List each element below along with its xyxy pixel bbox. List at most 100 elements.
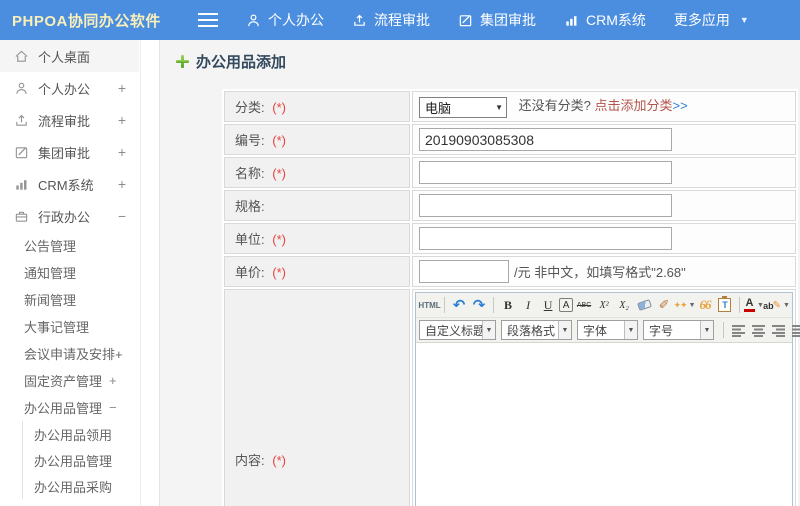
- flow-icon: [13, 113, 29, 128]
- field-label: 编号:: [235, 133, 265, 148]
- price-format-hint: /元 非中文，如填写格式"2.68": [514, 264, 686, 280]
- align-justify-icon[interactable]: [789, 321, 800, 340]
- nav-label: 个人办公: [268, 12, 324, 28]
- bold-button[interactable]: B: [499, 296, 517, 315]
- sidebar-item-office-supplies-mgmt[interactable]: 办公用品管理 −: [0, 394, 159, 421]
- category-select[interactable]: 电脑 ▼: [419, 96, 507, 118]
- add-category-link[interactable]: 点击添加分类: [594, 98, 672, 113]
- blockquote-button[interactable]: 66: [696, 296, 714, 315]
- redo-icon[interactable]: ↷: [470, 296, 488, 315]
- spec-input[interactable]: [419, 194, 672, 217]
- sidebar-item-supplies-purchase[interactable]: 办公用品采购: [23, 473, 159, 499]
- sidebar-item-announcement-mgmt[interactable]: 公告管理: [0, 232, 159, 259]
- italic-button[interactable]: I: [519, 296, 537, 315]
- paragraph-format-select[interactable]: 段落格式 ▼: [501, 320, 572, 340]
- sidebar-item-fixed-assets-mgmt[interactable]: 固定资产管理 +: [0, 367, 159, 394]
- page-title-text: 办公用品添加: [196, 54, 287, 71]
- main-content: 办公用品添加 分类: (*) 电脑 ▼ 还没有分类? 点击添加分类>> 编号: …: [161, 40, 800, 506]
- briefcase-icon: [13, 209, 29, 224]
- sidebar-item-label: 流程审批: [38, 113, 91, 129]
- nav-more-apps[interactable]: 更多应用 ▼: [674, 10, 749, 30]
- expand-plus-icon: +: [117, 176, 126, 192]
- font-box-button[interactable]: A: [559, 298, 574, 312]
- category-selected-value: 电脑: [425, 100, 452, 116]
- nav-crm-system[interactable]: CRM系统: [564, 10, 646, 30]
- toolbar-separator: [493, 297, 495, 313]
- align-right-icon[interactable]: [769, 321, 787, 340]
- sidebar-item-crm-system[interactable]: CRM系统 +: [0, 168, 159, 200]
- sidebar-item-group-approval[interactable]: 集团审批 +: [0, 136, 159, 168]
- chart-icon: [564, 13, 579, 28]
- quick-format-icon[interactable]: ✦✦ ▼: [674, 296, 696, 315]
- sidebar-item-supplies-manage[interactable]: 办公用品管理: [23, 447, 159, 473]
- name-input[interactable]: [419, 161, 672, 184]
- caret-down-icon: ▼: [739, 15, 749, 25]
- paste-as-text-icon[interactable]: T: [716, 296, 734, 315]
- form-row-category: 分类: (*) 电脑 ▼ 还没有分类? 点击添加分类>>: [224, 91, 796, 122]
- sidebar-item-label: 办公用品采购: [34, 479, 113, 495]
- toolbar-separator: [444, 297, 446, 313]
- chart-icon: [13, 177, 29, 192]
- home-icon: [13, 49, 29, 64]
- strikethrough-button[interactable]: ABC: [575, 296, 593, 315]
- name-label-cell: 名称: (*): [224, 157, 410, 188]
- spec-label-cell: 规格:: [224, 190, 410, 221]
- form-row-price: 单价: (*) /元 非中文，如填写格式"2.68": [224, 256, 796, 287]
- nav-group-approval[interactable]: 集团审批: [458, 10, 536, 30]
- field-label: 规格:: [235, 199, 265, 214]
- form-row-unit: 单位: (*): [224, 223, 796, 254]
- editor-toolbar-row1: HTML ↶ ↷ B I U A ABC X² X₂ ✐ ✦✦ ▼ 66 T A…: [416, 293, 792, 318]
- add-category-link-arrows[interactable]: >>: [673, 98, 688, 113]
- sidebar-item-label: CRM系统: [38, 177, 94, 193]
- source-html-button[interactable]: HTML: [418, 296, 440, 315]
- sidebar-item-label: 公告管理: [24, 239, 77, 254]
- add-plus-icon: [176, 55, 189, 68]
- top-nav: 个人办公 流程审批 集团审批 CRM系统 更多应用 ▼: [246, 10, 777, 30]
- sidebar-item-news-mgmt[interactable]: 新闻管理: [0, 286, 159, 313]
- nav-label: 集团审批: [480, 12, 536, 28]
- required-marker: (*): [272, 265, 286, 280]
- required-marker: (*): [272, 100, 286, 115]
- code-input[interactable]: [419, 128, 672, 151]
- nav-label: 流程审批: [374, 12, 430, 28]
- sidebar-item-personal-office[interactable]: 个人办公 +: [0, 72, 159, 104]
- superscript-button[interactable]: X²: [595, 296, 613, 315]
- sidebar-item-label: 大事记管理: [24, 320, 90, 335]
- nav-personal-office[interactable]: 个人办公: [246, 10, 324, 30]
- sidebar-item-events-mgmt[interactable]: 大事记管理: [0, 313, 159, 340]
- unit-input[interactable]: [419, 227, 672, 250]
- format-brush-icon[interactable]: ✐: [655, 296, 673, 315]
- editor-content-area[interactable]: [416, 343, 792, 506]
- select-arrow-icon: ▼: [495, 102, 503, 112]
- hamburger-menu-icon[interactable]: [198, 13, 218, 27]
- add-supplies-form: 分类: (*) 电脑 ▼ 还没有分类? 点击添加分类>> 编号: (*) 201…: [222, 89, 800, 506]
- sidebar-item-workflow-approval[interactable]: 流程审批 +: [0, 104, 159, 136]
- font-color-button[interactable]: A ▼: [744, 296, 764, 315]
- price-input[interactable]: [419, 260, 509, 283]
- field-label: 单价:: [235, 265, 265, 280]
- nav-workflow-approval[interactable]: 流程审批: [352, 10, 430, 30]
- sidebar-item-admin-office[interactable]: 行政办公 −: [0, 200, 159, 232]
- align-left-icon[interactable]: [729, 321, 747, 340]
- required-marker: (*): [272, 232, 286, 247]
- font-family-select[interactable]: 字体 ▼: [577, 320, 638, 340]
- sidebar-item-personal-desktop[interactable]: 个人桌面: [0, 40, 139, 72]
- sidebar-item-meeting-request[interactable]: 会议申请及安排+: [0, 340, 159, 367]
- align-center-icon[interactable]: [749, 321, 767, 340]
- custom-heading-select[interactable]: 自定义标题 ▼: [419, 320, 496, 340]
- subscript-button[interactable]: X₂: [615, 296, 633, 315]
- font-size-select[interactable]: 字号 ▼: [643, 320, 714, 340]
- sidebar-item-label: 通知管理: [24, 266, 77, 281]
- form-row-spec: 规格:: [224, 190, 796, 221]
- undo-icon[interactable]: ↶: [450, 296, 468, 315]
- sidebar-item-notice-mgmt[interactable]: 通知管理: [0, 259, 159, 286]
- underline-button[interactable]: U: [539, 296, 557, 315]
- eraser-icon[interactable]: [635, 296, 653, 315]
- highlight-color-button[interactable]: ab ✎ ▼: [763, 296, 790, 315]
- collapse-minus-icon: −: [109, 400, 117, 415]
- sidebar-item-supplies-requisition[interactable]: 办公用品领用: [23, 421, 159, 447]
- price-label-cell: 单价: (*): [224, 256, 410, 287]
- nav-label: 更多应用: [673, 12, 730, 28]
- sidebar-item-label: 办公用品管理: [34, 453, 113, 469]
- required-marker: (*): [272, 166, 286, 181]
